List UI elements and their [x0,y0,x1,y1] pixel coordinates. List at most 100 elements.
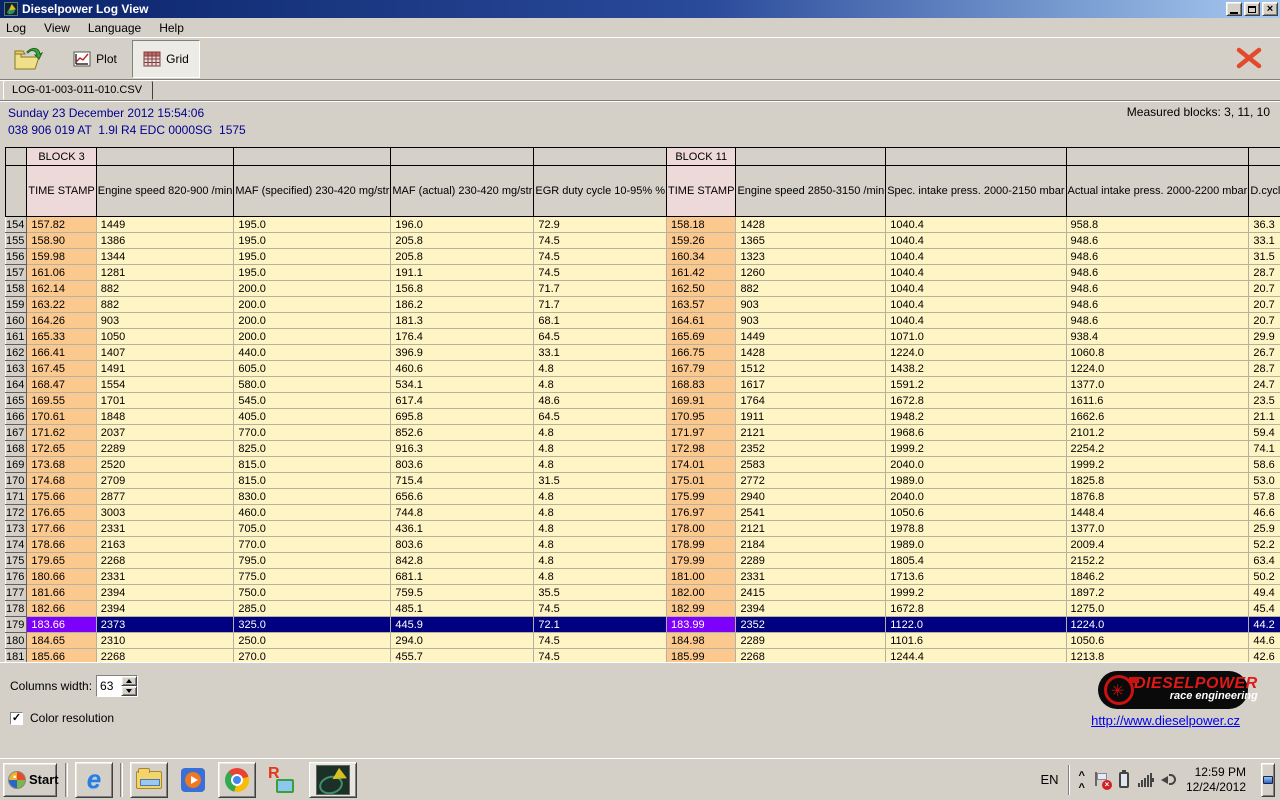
table-cell[interactable]: 1999.2 [1066,457,1249,473]
table-cell[interactable]: 20.7 [1249,313,1280,329]
volume-icon[interactable] [1161,773,1177,787]
restore-button[interactable] [1244,2,1260,16]
tab-csv-file[interactable]: LOG-01-003-011-010.CSV [3,80,153,100]
table-row[interactable]: 173177.662331705.0436.14.8178.0021211978… [6,521,1280,537]
table-cell[interactable]: 1386 [96,233,234,249]
table-cell[interactable]: 178.66 [27,537,96,553]
table-cell[interactable]: 1617 [736,377,886,393]
table-cell[interactable]: 4.8 [534,441,667,457]
row-number-header[interactable]: 177 [6,585,27,601]
table-cell[interactable]: 176.4 [391,329,534,345]
row-number-header[interactable]: 176 [6,569,27,585]
table-cell[interactable]: 171.97 [667,425,736,441]
action-center-icon[interactable]: × [1094,772,1110,788]
table-cell[interactable]: 1428 [736,345,886,361]
table-cell[interactable]: 176.97 [667,505,736,521]
table-cell[interactable]: 160.34 [667,249,736,265]
table-row[interactable]: 179183.662373325.0445.972.1183.992352112… [6,617,1280,633]
table-row[interactable]: 157161.061281195.0191.174.5161.421260104… [6,265,1280,281]
taskbar-clock[interactable]: 12:59 PM 12/24/2012 [1186,765,1246,795]
table-cell[interactable]: 28.7 [1249,361,1280,377]
table-cell[interactable]: 455.7 [391,649,534,663]
spinner-up-button[interactable] [121,676,137,686]
table-cell[interactable]: 803.6 [391,457,534,473]
table-cell[interactable]: 169.91 [667,393,736,409]
exit-button[interactable] [1232,44,1266,72]
menu-help[interactable]: Help [159,21,184,35]
columns-width-spinner[interactable]: 63 [96,675,138,697]
table-cell[interactable]: 1764 [736,393,886,409]
table-cell[interactable]: 182.99 [667,601,736,617]
row-number-header[interactable]: 159 [6,297,27,313]
table-cell[interactable]: 1050 [96,329,234,345]
table-cell[interactable]: 156.8 [391,281,534,297]
dieselpower-link[interactable]: http://www.dieselpower.cz [1091,713,1240,728]
table-row[interactable]: 155158.901386195.0205.874.5159.261365104… [6,233,1280,249]
row-number-header[interactable]: 171 [6,489,27,505]
table-cell[interactable]: 436.1 [391,521,534,537]
media-player-launcher[interactable] [174,762,212,798]
table-cell[interactable]: 180.66 [27,569,96,585]
table-cell[interactable]: 4.8 [534,569,667,585]
row-number-header[interactable]: 173 [6,521,27,537]
table-cell[interactable]: 2152.2 [1066,553,1249,569]
table-cell[interactable]: 958.8 [1066,217,1249,233]
table-cell[interactable]: 948.6 [1066,265,1249,281]
open-file-button[interactable] [8,41,48,77]
table-cell[interactable]: 1848 [96,409,234,425]
table-cell[interactable]: 2184 [736,537,886,553]
row-number-header[interactable]: 167 [6,425,27,441]
table-cell[interactable]: 695.8 [391,409,534,425]
table-row[interactable]: 171175.662877830.0656.64.8175.9929402040… [6,489,1280,505]
table-cell[interactable]: 35.5 [534,585,667,601]
table-row[interactable]: 164168.471554580.0534.14.8168.8316171591… [6,377,1280,393]
table-cell[interactable]: 1989.0 [886,473,1066,489]
table-cell[interactable]: 842.8 [391,553,534,569]
table-cell[interactable]: 169.55 [27,393,96,409]
row-number-header[interactable]: 154 [6,217,27,233]
table-cell[interactable]: 205.8 [391,249,534,265]
table-cell[interactable]: 580.0 [234,377,391,393]
color-resolution-checkbox[interactable]: ✓ [10,712,23,725]
table-cell[interactable]: 938.4 [1066,329,1249,345]
table-cell[interactable]: 2268 [96,649,234,663]
table-cell[interactable]: 744.8 [391,505,534,521]
row-number-header[interactable]: 163 [6,361,27,377]
table-cell[interactable]: 1040.4 [886,313,1066,329]
row-number-header[interactable]: 158 [6,281,27,297]
table-cell[interactable]: 1662.6 [1066,409,1249,425]
table-cell[interactable]: 1448.4 [1066,505,1249,521]
table-cell[interactable]: 45.4 [1249,601,1280,617]
table-cell[interactable]: 1438.2 [886,361,1066,377]
table-cell[interactable]: 158.90 [27,233,96,249]
table-cell[interactable]: 71.7 [534,297,667,313]
table-cell[interactable]: 200.0 [234,313,391,329]
table-cell[interactable]: 948.6 [1066,233,1249,249]
table-row[interactable]: 172176.653003460.0744.84.8176.9725411050… [6,505,1280,521]
table-cell[interactable]: 396.9 [391,345,534,361]
table-cell[interactable]: 195.0 [234,233,391,249]
table-cell[interactable]: 185.66 [27,649,96,663]
table-row[interactable]: 176180.662331775.0681.14.8181.0023311713… [6,569,1280,585]
table-cell[interactable]: 182.66 [27,601,96,617]
table-cell[interactable]: 20.7 [1249,281,1280,297]
table-row[interactable]: 154157.821449195.0196.072.9158.181428104… [6,217,1280,233]
chrome-launcher[interactable] [218,762,256,798]
table-cell[interactable]: 178.00 [667,521,736,537]
table-cell[interactable]: 68.1 [534,313,667,329]
table-cell[interactable]: 4.8 [534,505,667,521]
minimize-button[interactable] [1226,2,1242,16]
table-cell[interactable]: 485.1 [391,601,534,617]
table-cell[interactable]: 179.65 [27,553,96,569]
row-number-header[interactable]: 162 [6,345,27,361]
table-cell[interactable]: 167.45 [27,361,96,377]
table-cell[interactable]: 200.0 [234,329,391,345]
table-cell[interactable]: 445.9 [391,617,534,633]
table-cell[interactable]: 775.0 [234,569,391,585]
table-cell[interactable]: 815.0 [234,473,391,489]
table-cell[interactable]: 44.2 [1249,617,1280,633]
table-cell[interactable]: 1846.2 [1066,569,1249,585]
table-cell[interactable]: 656.6 [391,489,534,505]
table-cell[interactable]: 163.22 [27,297,96,313]
table-cell[interactable]: 1281 [96,265,234,281]
